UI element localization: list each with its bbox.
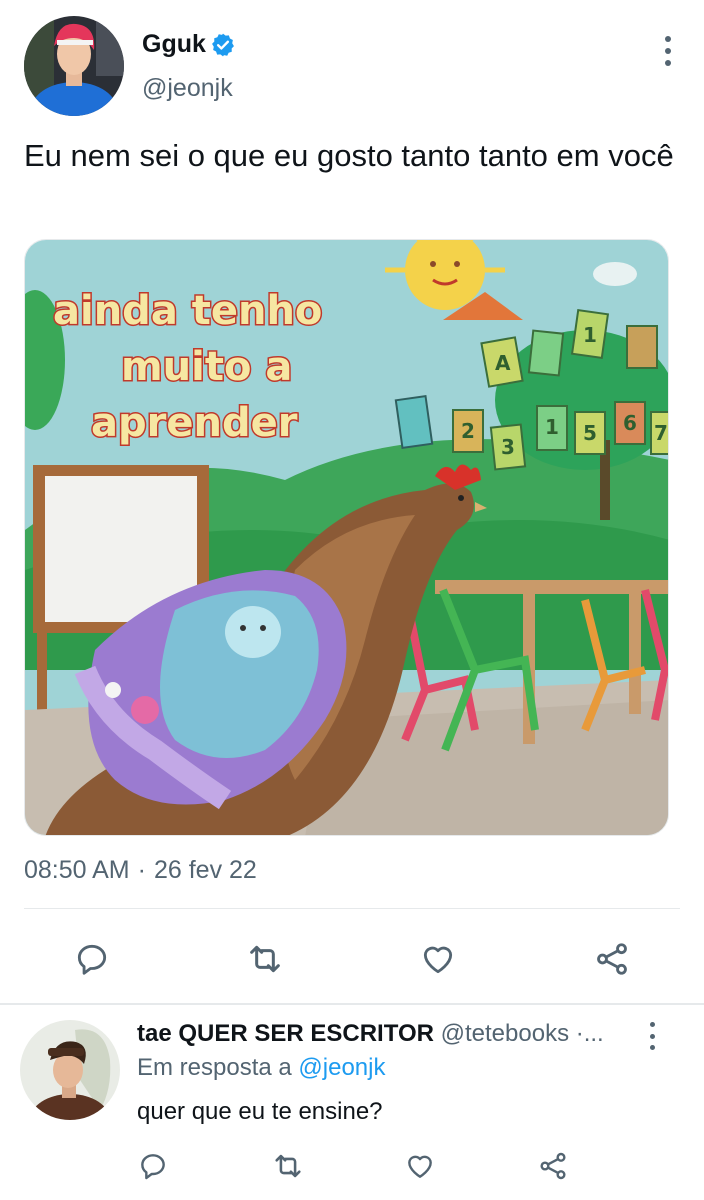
letter-card: 3	[501, 435, 515, 459]
reply-actions	[0, 1144, 704, 1194]
reply-author-row[interactable]: tae QUER SER ESCRITOR @tetebooks ·...	[137, 1020, 642, 1048]
tweet-actions	[0, 930, 704, 986]
author-handle[interactable]: @jeonjk	[142, 74, 233, 103]
author-avatar[interactable]	[24, 16, 124, 116]
letter-card: 1	[583, 323, 597, 347]
author-display-name[interactable]: Gguk	[142, 30, 206, 59]
section-divider	[0, 1003, 704, 1005]
reply-display-name[interactable]: tae QUER SER ESCRITOR	[137, 1020, 434, 1047]
tweet-timestamp[interactable]: 08:50 AM · 26 fev 22	[24, 856, 257, 885]
like-icon[interactable]	[417, 938, 459, 980]
reply-tweet[interactable]: tae QUER SER ESCRITOR @tetebooks ·... Em…	[0, 1008, 704, 1200]
meme-caption-line: ainda tenho	[53, 288, 322, 334]
timestamp-separator: ·	[137, 856, 146, 884]
reply-context-prefix: Em resposta a	[137, 1054, 292, 1081]
tweet-date: 26 fev 22	[153, 856, 257, 884]
retweet-icon[interactable]	[244, 938, 286, 980]
meme-caption-line: muito a	[121, 344, 292, 390]
reply-icon[interactable]	[135, 1148, 171, 1184]
reply-context: Em resposta a @jeonjk	[137, 1054, 385, 1082]
share-icon[interactable]	[591, 938, 633, 980]
retweet-icon[interactable]	[270, 1148, 306, 1184]
reply-handle[interactable]: @tetebooks ·...	[441, 1020, 604, 1047]
letter-card: A	[495, 351, 511, 375]
verified-badge-icon	[211, 33, 234, 56]
reply-author-avatar[interactable]	[20, 1020, 120, 1120]
letter-card: 2	[461, 419, 475, 443]
letter-card: 5	[583, 421, 597, 445]
like-icon[interactable]	[402, 1148, 438, 1184]
share-icon[interactable]	[535, 1148, 571, 1184]
reply-icon[interactable]	[71, 938, 113, 980]
tweet-text: Eu nem sei o que eu gosto tanto tanto em…	[24, 138, 674, 173]
letter-card: 7	[654, 421, 668, 445]
tweet-time: 08:50 AM	[24, 856, 130, 884]
letter-card: 1	[545, 415, 559, 439]
author-name-row[interactable]: Gguk	[142, 30, 236, 59]
reply-context-mention[interactable]: @jeonjk	[298, 1054, 385, 1081]
divider	[24, 908, 680, 909]
reply-text: quer que eu te ensine?	[137, 1098, 383, 1125]
meme-caption-line: aprender	[91, 400, 298, 446]
tweet-media-image[interactable]: A 1 2 3 1 5 6 7 ainda tenho muito a apre…	[24, 239, 669, 836]
reply-more-options-icon[interactable]	[646, 1022, 658, 1050]
more-options-icon[interactable]	[662, 36, 674, 66]
letter-card: 6	[623, 411, 637, 435]
tweet-header: Gguk @jeonjk	[0, 0, 704, 120]
